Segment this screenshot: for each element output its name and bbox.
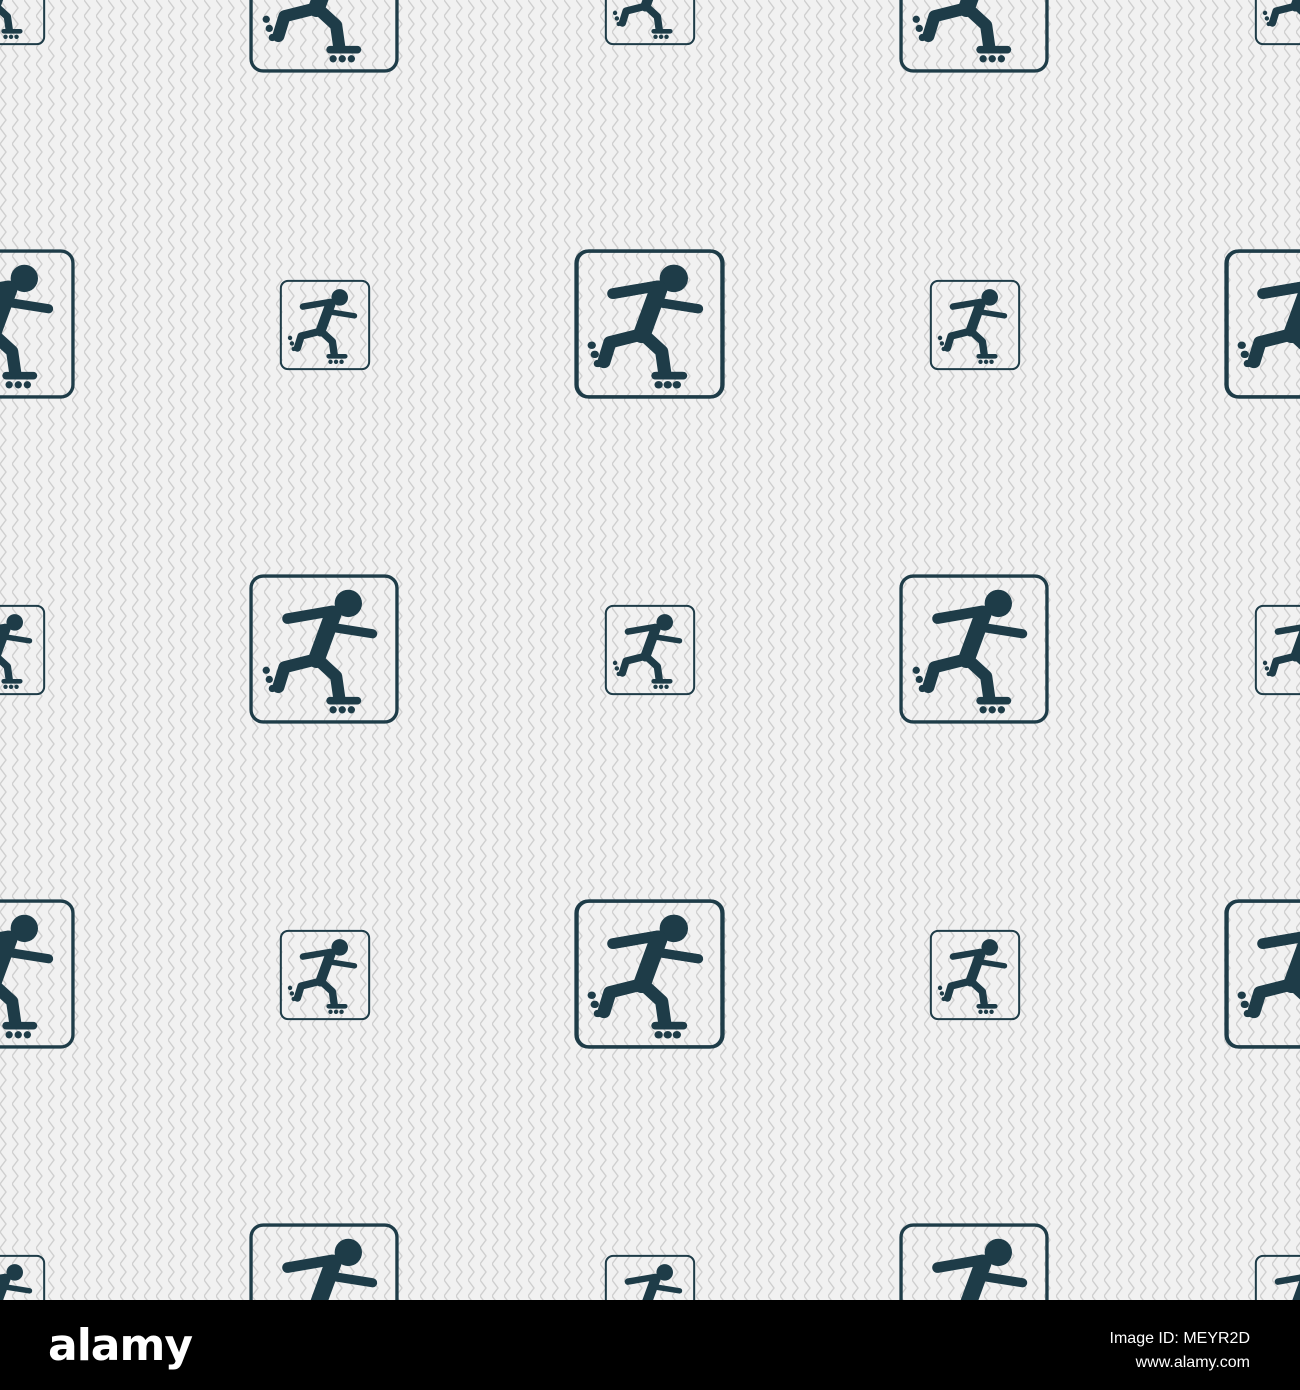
image-id-block: Image ID: MEYR2D www.alamy.com [1110,1330,1250,1378]
watermark-bar: alamy Image ID: MEYR2D www.alamy.com [0,1300,1300,1390]
seamless-pattern [0,0,1300,1300]
brand-logo: alamy [48,1318,268,1372]
brand-logo-text: alamy [48,1319,193,1371]
image-id-text: Image ID: MEYR2D [1109,1330,1250,1347]
site-url-text: www.alamy.com [1135,1354,1250,1371]
